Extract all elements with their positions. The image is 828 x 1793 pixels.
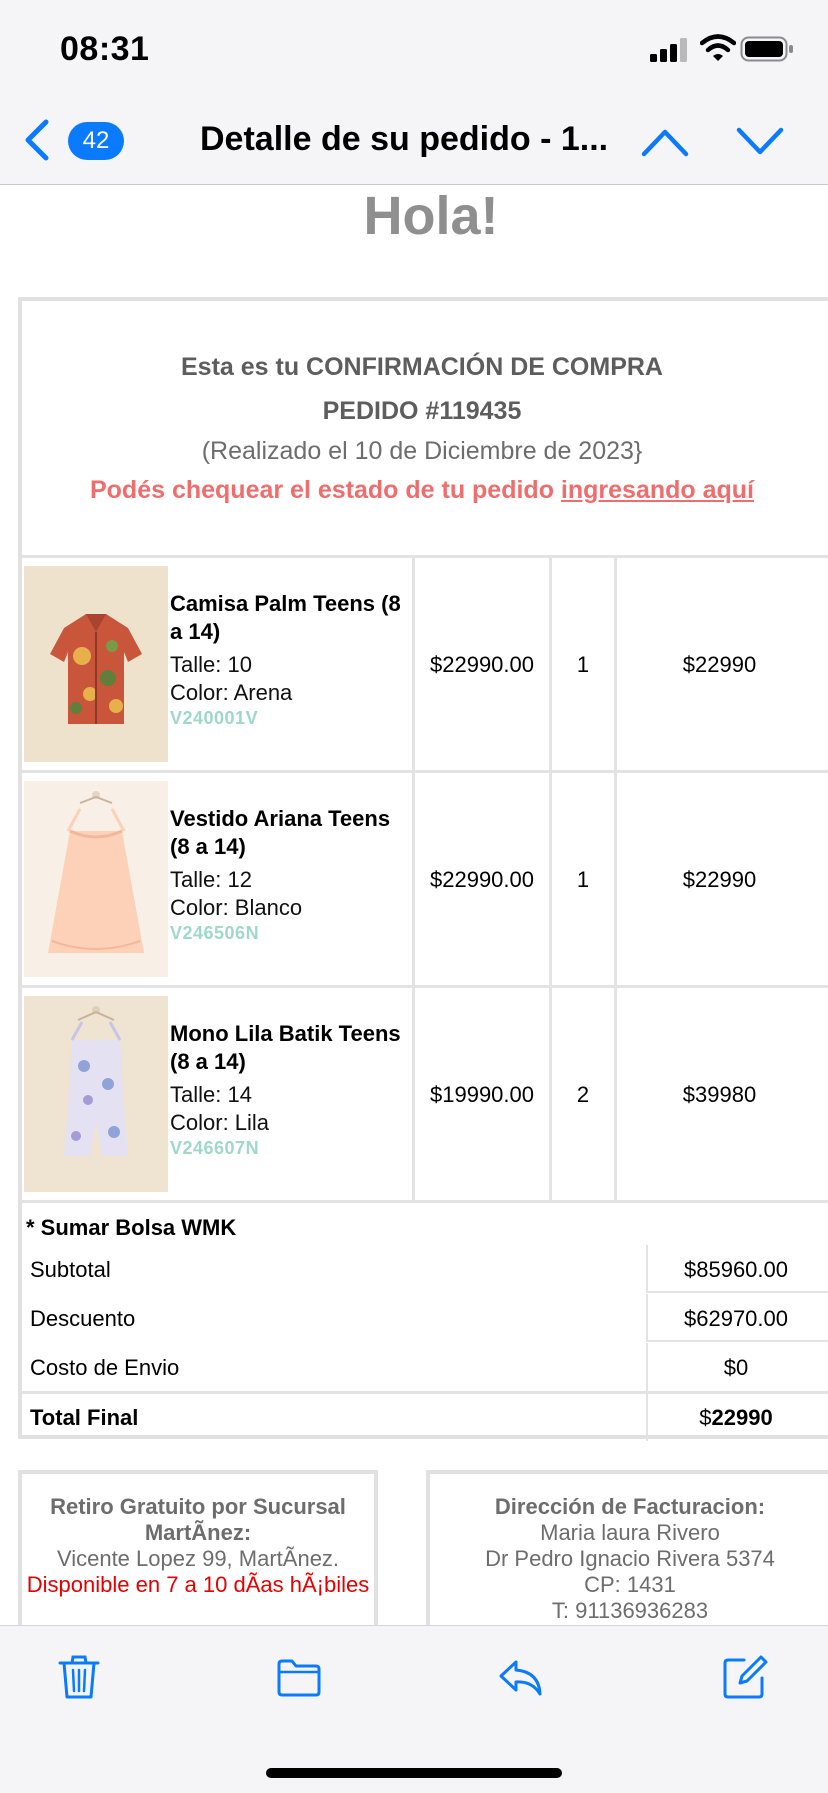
- extras-note: * Sumar Bolsa WMK: [26, 1215, 237, 1240]
- divider: [646, 1291, 828, 1293]
- billing-name: Maria laura Rivero: [540, 1520, 720, 1545]
- shipping-value: $0: [723, 1355, 749, 1380]
- confirmation-header: Esta es tu CONFIRMACIÓN DE COMPRA PEDIDO…: [22, 301, 822, 555]
- next-message-icon[interactable]: [735, 122, 785, 162]
- billing-info-box: Dirección de Facturacion: Maria laura Ri…: [426, 1470, 828, 1625]
- back-chevron-icon[interactable]: [22, 118, 52, 162]
- product-sku: V240001V: [170, 708, 259, 728]
- pickup-address: Vicente Lopez 99, MartÃnez.: [56, 1546, 340, 1571]
- billing-street: Dr Pedro Ignacio Rivera 5374: [485, 1546, 775, 1571]
- order-number: PEDIDO #119435: [322, 397, 522, 425]
- billing-title: Dirección de Facturacion:: [494, 1494, 766, 1519]
- dress-image: [24, 781, 168, 977]
- trash-icon[interactable]: [56, 1654, 102, 1700]
- wifi-icon: [700, 34, 736, 61]
- column-divider: [646, 1393, 648, 1441]
- greeting: Hola!: [363, 186, 499, 246]
- product-sku: V246607N: [170, 1138, 260, 1158]
- email-subject-title: Detalle de su pedido - 1...: [200, 120, 609, 158]
- divider: [646, 1340, 828, 1342]
- previous-message-icon[interactable]: [640, 122, 690, 162]
- product-size: Talle: 12: [170, 867, 252, 892]
- reply-icon[interactable]: [498, 1654, 544, 1700]
- product-color: Color: Lila: [170, 1110, 270, 1135]
- product-color: Color: Arena: [170, 680, 293, 705]
- discount-value: $62970.00: [684, 1306, 788, 1331]
- unit-price: $19990.00: [430, 1082, 534, 1107]
- line-total: $22990: [682, 867, 757, 892]
- total-row: Total Final $22990: [22, 1393, 828, 1441]
- column-divider: [646, 1245, 648, 1293]
- pickup-title-location: MartÃnez:: [144, 1520, 252, 1545]
- order-table: Esta es tu CONFIRMACIÓN DE COMPRA PEDIDO…: [18, 297, 828, 1441]
- shirt-image: [24, 566, 168, 762]
- column-divider: [646, 1343, 648, 1391]
- product-size: Talle: 14: [170, 1082, 252, 1107]
- billing-cp: CP: 1431: [584, 1572, 676, 1597]
- product-name: Mono Lila Batik Teens (8 a 14): [170, 1021, 401, 1074]
- total-value: $22990: [699, 1405, 773, 1430]
- product-size: Talle: 10: [170, 652, 252, 677]
- mail-nav-bar: 42 Detalle de su pedido - 1...: [0, 100, 828, 185]
- compose-icon[interactable]: [722, 1654, 768, 1700]
- order-item-row: Camisa Palm Teens (8 a 14) Talle: 10 Col…: [22, 558, 828, 770]
- shipping-row: Costo de Envio $0: [22, 1343, 828, 1391]
- folder-icon[interactable]: [276, 1654, 322, 1700]
- email-body[interactable]: Hola! Esta es tu CONFIRMACIÓN DE COMPRA …: [0, 185, 828, 1625]
- discount-row: Descuento $62970.00: [22, 1294, 828, 1342]
- total-label: Total Final: [30, 1405, 139, 1430]
- order-status-text: Podés chequear el estado de tu pedido in…: [89, 476, 755, 504]
- unit-price: $22990.00: [430, 652, 534, 677]
- pickup-title: Retiro Gratuito por Sucursal: [50, 1494, 346, 1519]
- line-total: $22990: [682, 652, 757, 677]
- product-name: Vestido Ariana Teens (8 a 14): [170, 806, 391, 859]
- home-indicator[interactable]: [266, 1768, 562, 1778]
- unread-count-badge[interactable]: 42: [68, 122, 124, 160]
- cellular-signal-icon: [650, 38, 687, 62]
- order-item-row: Vestido Ariana Teens (8 a 14) Talle: 12 …: [22, 773, 828, 985]
- shipping-label: Costo de Envio: [30, 1355, 180, 1380]
- column-divider: [646, 1294, 648, 1342]
- product-name: Camisa Palm Teens (8 a 14): [170, 591, 401, 644]
- battery-icon: [740, 36, 793, 62]
- subtotal-label: Subtotal: [30, 1257, 111, 1282]
- product-color: Color: Blanco: [170, 895, 303, 920]
- jumpsuit-image: [24, 996, 168, 1192]
- pickup-availability: Disponible en 7 a 10 dÃas hÃ¡biles: [26, 1572, 370, 1597]
- confirmation-title: Esta es tu CONFIRMACIÓN DE COMPRA: [181, 353, 663, 381]
- order-date: (Realizado el 10 de Diciembre de 2023}: [201, 437, 643, 465]
- order-status-link[interactable]: ingresando aquí: [561, 476, 754, 504]
- discount-label: Descuento: [30, 1306, 136, 1331]
- line-total: $39980: [682, 1082, 757, 1107]
- status-time: 08:31: [60, 30, 150, 68]
- divider: [22, 1200, 828, 1203]
- quantity: 2: [576, 1082, 590, 1107]
- subtotal-value: $85960.00: [684, 1257, 788, 1282]
- unit-price: $22990.00: [430, 867, 534, 892]
- quantity: 1: [576, 652, 590, 677]
- subtotal-row: Subtotal $85960.00: [22, 1245, 828, 1293]
- pickup-info-box: Retiro Gratuito por Sucursal MartÃnez: V…: [18, 1470, 378, 1625]
- status-bar: 08:31: [0, 0, 828, 100]
- order-item-row: Mono Lila Batik Teens (8 a 14) Talle: 14…: [22, 988, 828, 1200]
- billing-phone: T: 91136936283: [551, 1598, 709, 1623]
- product-sku: V246506N: [170, 923, 260, 943]
- quantity: 1: [576, 867, 590, 892]
